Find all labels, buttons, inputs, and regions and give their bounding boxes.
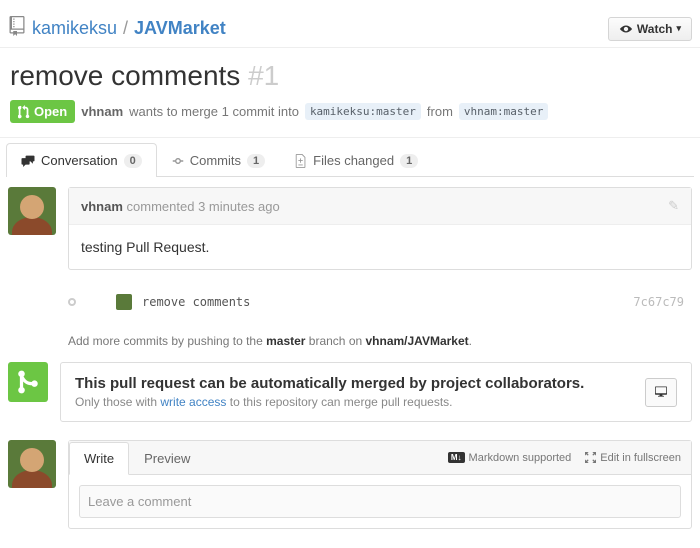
file-diff-icon: [295, 154, 307, 168]
write-access-link[interactable]: write access: [160, 395, 226, 409]
git-pull-request-icon: [18, 105, 30, 119]
base-branch[interactable]: kamikeksu:master: [305, 103, 421, 120]
eye-icon: [619, 23, 633, 35]
repo-owner-link[interactable]: kamikeksu: [32, 18, 117, 39]
commit-dot-icon: [68, 298, 76, 306]
commit-sha[interactable]: 7c67c79: [633, 295, 684, 309]
markdown-supported-link[interactable]: M↓Markdown supported: [448, 452, 571, 464]
preview-tab[interactable]: Preview: [129, 442, 205, 475]
tab-nav: Conversation 0 Commits 1 Files changed 1: [6, 138, 694, 177]
merge-subtext: Only those with write access to this rep…: [75, 395, 584, 409]
tab-commits[interactable]: Commits 1: [157, 143, 280, 177]
fullscreen-link[interactable]: Edit in fullscreen: [585, 452, 681, 464]
state-badge: Open: [10, 100, 75, 123]
tab-files[interactable]: Files changed 1: [280, 143, 433, 177]
markdown-icon: M↓: [448, 452, 465, 463]
avatar[interactable]: [8, 440, 56, 488]
repo-name-link[interactable]: JAVMarket: [134, 18, 226, 39]
merge-status-box: This pull request can be automatically m…: [60, 362, 692, 422]
write-tab[interactable]: Write: [69, 442, 129, 475]
merge-title: This pull request can be automatically m…: [75, 375, 584, 392]
commit-row: remove comments 7c67c79: [68, 284, 692, 320]
repo-icon: [8, 16, 26, 41]
edit-icon[interactable]: ✎: [668, 198, 679, 214]
comment-discussion-icon: [21, 154, 35, 167]
fullscreen-icon: [585, 452, 596, 463]
tab-conversation[interactable]: Conversation 0: [6, 143, 157, 177]
head-branch[interactable]: vhnam:master: [459, 103, 548, 120]
comment-author[interactable]: vhnam: [81, 199, 123, 214]
issue-number: #1: [248, 60, 279, 91]
desktop-icon: [654, 385, 668, 397]
issue-header: remove comments #1 Open vhnam wants to m…: [0, 48, 700, 138]
caret-down-icon: ▾: [676, 23, 681, 34]
comment: vhnam commented 3 minutes ago ✎ testing …: [68, 187, 692, 270]
merge-icon: [8, 362, 48, 402]
path-separator: /: [123, 18, 128, 39]
pr-author[interactable]: vhnam: [81, 104, 123, 119]
repo-header: kamikeksu / JAVMarket Watch ▾: [0, 0, 700, 48]
comment-time: 3 minutes ago: [198, 199, 280, 214]
commit-message[interactable]: remove comments: [142, 295, 250, 309]
git-commit-icon: [172, 155, 184, 167]
desktop-button[interactable]: [645, 378, 677, 407]
avatar[interactable]: [8, 187, 56, 235]
comment-textarea[interactable]: Leave a comment: [79, 485, 681, 518]
comment-body: testing Pull Request.: [69, 225, 691, 269]
push-hint: Add more commits by pushing to the maste…: [68, 334, 692, 348]
new-comment-form: Write Preview M↓Markdown supported Edit …: [68, 440, 692, 529]
commit-avatar[interactable]: [116, 294, 132, 310]
issue-title: remove comments #1: [10, 60, 690, 92]
watch-button[interactable]: Watch ▾: [608, 17, 692, 41]
